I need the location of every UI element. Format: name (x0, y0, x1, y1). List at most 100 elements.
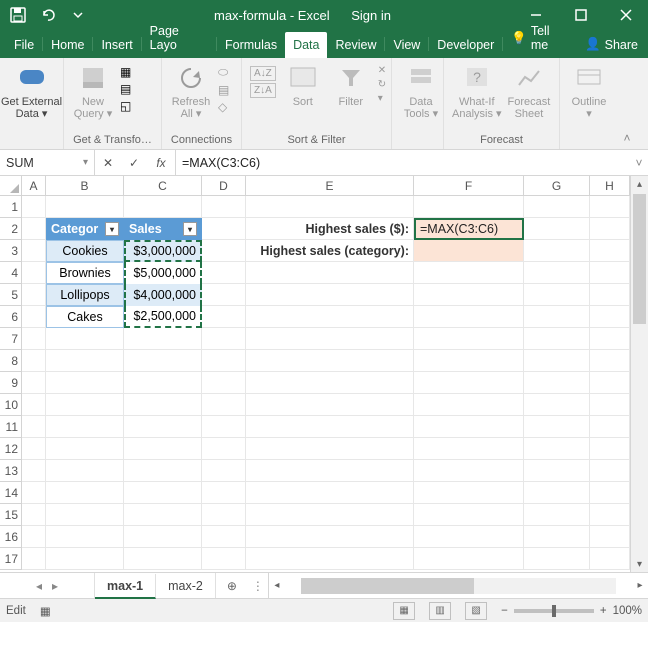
cell[interactable] (246, 394, 414, 416)
cell[interactable] (202, 218, 246, 240)
cell[interactable] (414, 438, 524, 460)
table-cell[interactable]: $3,000,000 (124, 240, 202, 262)
cell[interactable] (524, 240, 590, 262)
fx-icon[interactable]: fx (147, 156, 175, 170)
cell[interactable] (414, 526, 524, 548)
zoom-in-button[interactable]: + (600, 605, 607, 617)
cell[interactable] (22, 548, 46, 570)
row-header[interactable]: 3 (0, 240, 22, 262)
cell[interactable] (414, 372, 524, 394)
clear-filter-icon[interactable]: ✕ (378, 65, 386, 76)
row-header[interactable]: 1 (0, 196, 22, 218)
cell[interactable] (202, 372, 246, 394)
cell[interactable] (22, 460, 46, 482)
row-header[interactable]: 17 (0, 548, 22, 570)
cell[interactable] (46, 350, 124, 372)
filter-dropdown-icon[interactable]: ▾ (183, 222, 197, 236)
cell[interactable] (246, 416, 414, 438)
cell[interactable] (590, 416, 630, 438)
sheet-nav[interactable]: ◂▸ (0, 573, 95, 598)
row-header[interactable]: 4 (0, 262, 22, 284)
cell[interactable] (124, 394, 202, 416)
cell[interactable] (202, 284, 246, 306)
tab-formulas[interactable]: Formulas (217, 32, 285, 58)
cell[interactable] (246, 196, 414, 218)
row-header[interactable]: 6 (0, 306, 22, 328)
row-header[interactable]: 7 (0, 328, 22, 350)
chevron-down-icon[interactable] (64, 1, 92, 29)
cell[interactable] (414, 306, 524, 328)
cell[interactable] (524, 306, 590, 328)
cell[interactable] (124, 548, 202, 570)
chevron-down-icon[interactable]: ▾ (83, 157, 88, 168)
zoom-level[interactable]: 100% (613, 605, 642, 617)
cell[interactable] (124, 438, 202, 460)
sheet-tab[interactable]: max-1 (95, 574, 156, 599)
prev-sheet-icon[interactable]: ◂ (36, 579, 42, 593)
forecast-sheet-button[interactable]: Forecast Sheet (508, 62, 551, 120)
page-layout-view-button[interactable]: ▥ (429, 602, 451, 620)
zoom-slider[interactable] (514, 609, 594, 613)
share-button[interactable]: 👤Share (577, 31, 648, 58)
cell[interactable] (414, 394, 524, 416)
row-header[interactable]: 2 (0, 218, 22, 240)
table-cell[interactable]: Cakes (46, 306, 124, 328)
cell[interactable] (590, 460, 630, 482)
cell[interactable] (246, 526, 414, 548)
macro-record-icon[interactable]: ▦ (40, 604, 51, 618)
tab-home[interactable]: Home (43, 32, 92, 58)
sort-za-icon[interactable]: Z↓A (250, 83, 276, 98)
close-button[interactable] (603, 0, 648, 30)
get-external-data-button[interactable]: Get External Data ▾ (8, 62, 55, 120)
cell[interactable] (124, 350, 202, 372)
cell[interactable] (46, 328, 124, 350)
cell[interactable] (524, 460, 590, 482)
table-header-cell[interactable]: Categor▾ (46, 218, 124, 240)
column-header[interactable]: A (22, 176, 46, 196)
cell[interactable] (590, 284, 630, 306)
reapply-icon[interactable]: ↻ (378, 79, 386, 90)
zoom-out-button[interactable]: − (501, 605, 508, 617)
cell[interactable] (414, 416, 524, 438)
advanced-icon[interactable]: ▾ (378, 93, 386, 104)
scroll-right-icon[interactable]: ▸ (632, 580, 648, 591)
undo-icon[interactable] (34, 1, 62, 29)
cell[interactable] (46, 372, 124, 394)
horizontal-scrollbar[interactable]: ◂ ▸ (268, 573, 648, 598)
worksheet-grid[interactable]: A B C D E F G H 1 2 Categor▾ Sales▾ High… (0, 176, 648, 572)
save-icon[interactable] (4, 1, 32, 29)
cell[interactable] (524, 328, 590, 350)
cell[interactable] (46, 482, 124, 504)
cell[interactable] (590, 262, 630, 284)
cell[interactable] (124, 504, 202, 526)
expand-formula-bar-icon[interactable]: ˅ (630, 150, 648, 175)
cell[interactable] (124, 526, 202, 548)
cell[interactable] (590, 394, 630, 416)
whatif-analysis-button[interactable]: ?What-If Analysis ▾ (452, 62, 502, 120)
cell[interactable] (524, 394, 590, 416)
cell[interactable] (414, 240, 524, 262)
cell[interactable] (46, 526, 124, 548)
cell[interactable] (590, 196, 630, 218)
cell[interactable] (46, 416, 124, 438)
cell[interactable] (524, 218, 590, 240)
sheet-divider-icon[interactable]: ⋮ (248, 573, 268, 598)
scroll-left-icon[interactable]: ◂ (269, 580, 285, 591)
cell[interactable] (246, 548, 414, 570)
table-cell[interactable]: $4,000,000 (124, 284, 202, 306)
row-header[interactable]: 11 (0, 416, 22, 438)
cell[interactable] (246, 460, 414, 482)
data-tools-button[interactable]: Data Tools ▾ (400, 62, 442, 120)
cell[interactable] (414, 350, 524, 372)
cell[interactable] (46, 438, 124, 460)
cell[interactable] (414, 482, 524, 504)
enter-formula-button[interactable]: ✓ (121, 150, 147, 175)
tab-page-layout[interactable]: Page Layo (142, 18, 216, 58)
add-sheet-button[interactable]: ⊕ (216, 573, 248, 598)
cell[interactable] (524, 284, 590, 306)
cell[interactable] (246, 350, 414, 372)
cell[interactable] (590, 482, 630, 504)
column-header[interactable]: F (414, 176, 524, 196)
cell[interactable] (524, 526, 590, 548)
cell[interactable] (22, 218, 46, 240)
